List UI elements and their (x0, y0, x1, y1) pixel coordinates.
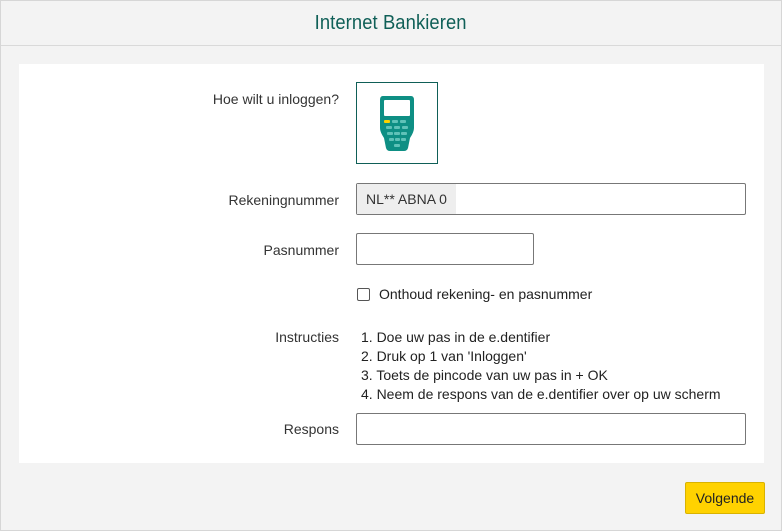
instruction-item: 1. Doe uw pas in de e.dentifier (361, 329, 551, 345)
card-number-input[interactable] (356, 233, 534, 265)
instruction-item: 3. Toets de pincode van uw pas in + OK (361, 367, 608, 383)
remember-checkbox-label: Onthoud rekening- en pasnummer (379, 286, 593, 302)
login-method-edentifier-option[interactable] (356, 82, 438, 164)
response-input[interactable] (356, 413, 746, 445)
next-button[interactable]: Volgende (685, 482, 765, 514)
login-window: Internet Bankieren Hoe wilt u inloggen? (0, 0, 782, 531)
remember-checkbox[interactable] (357, 287, 370, 301)
instruction-item: 2. Druk op 1 van 'Inloggen' (361, 348, 527, 364)
edentifier-icon (380, 96, 414, 151)
account-number-field: NL** ABNA 0 (356, 183, 746, 215)
instructions-list: 1. Doe uw pas in de e.dentifier 2. Druk … (361, 328, 721, 404)
response-label: Respons (283, 421, 339, 437)
login-method-label: Hoe wilt u inloggen? (212, 91, 339, 107)
page-title: Internet Bankieren (314, 11, 468, 34)
account-number-input[interactable] (455, 184, 745, 214)
account-number-label: Rekeningnummer (228, 192, 340, 208)
instructions-label: Instructies (275, 329, 339, 345)
card-number-label: Pasnummer (263, 242, 339, 258)
account-number-prefix: NL** ABNA 0 (357, 184, 456, 214)
page-header: Internet Bankieren (1, 1, 781, 46)
remember-checkbox-row[interactable]: Onthoud rekening- en pasnummer (357, 286, 592, 302)
login-form-panel: Hoe wilt u inloggen? Rekeningnummer NL**… (19, 64, 764, 463)
instruction-item: 4. Neem de respons van de e.dentifier ov… (361, 386, 721, 402)
